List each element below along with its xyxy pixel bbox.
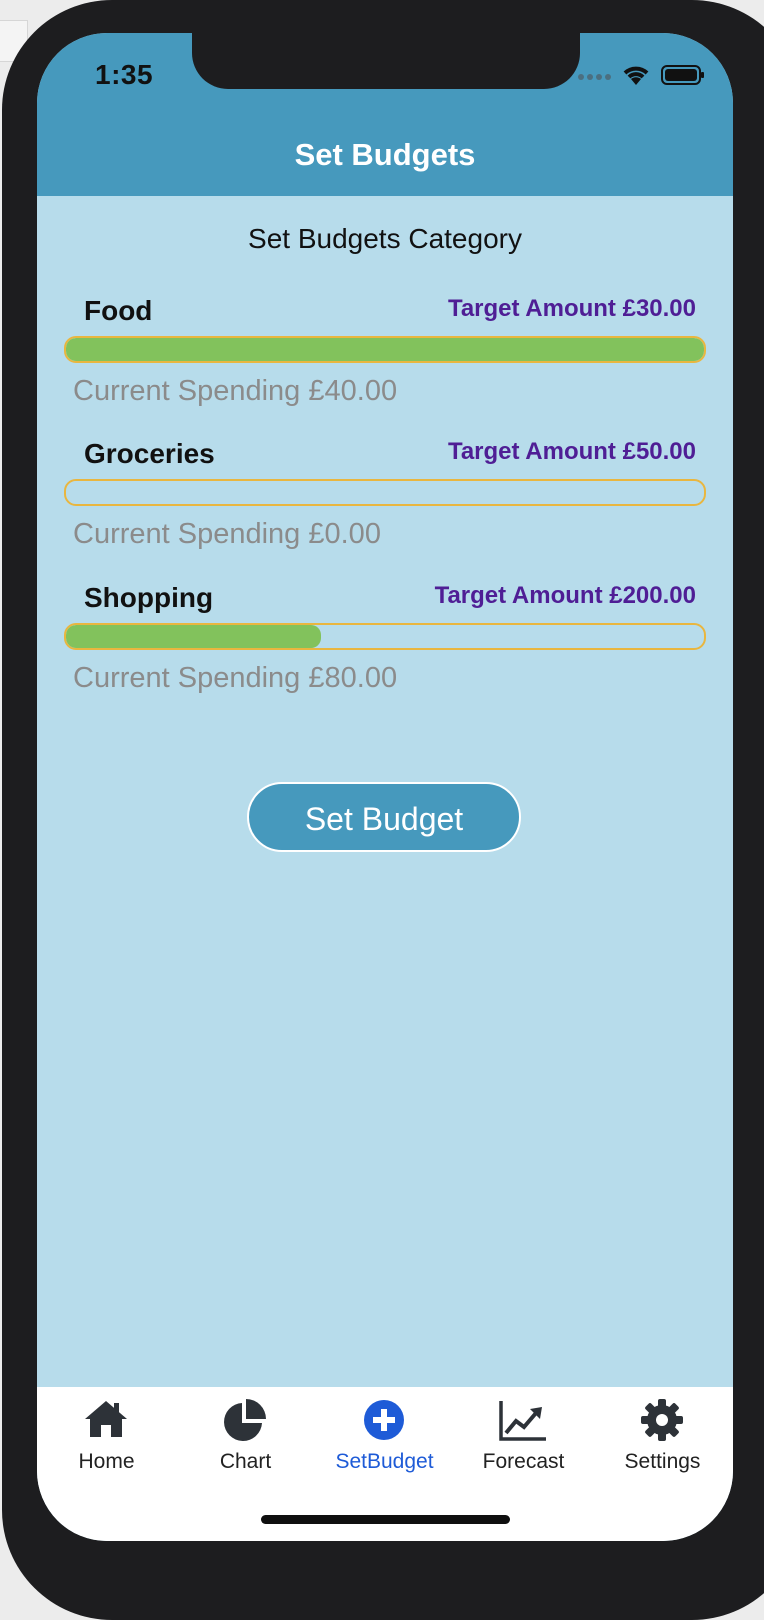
- tab-settings[interactable]: Settings: [593, 1387, 732, 1487]
- current-spending: Current Spending £80.00: [73, 662, 398, 694]
- budget-progress-bar: [64, 623, 706, 650]
- app-screen: 1:35 Set Budgets Set Budgets Category Fo…: [37, 33, 733, 1541]
- category-name: Shopping: [84, 582, 214, 613]
- progress-fill: [66, 338, 704, 361]
- tab-chart[interactable]: Chart: [176, 1387, 315, 1487]
- battery-icon: [661, 65, 704, 85]
- tab-label: Settings: [624, 1450, 701, 1473]
- tab-forecast[interactable]: Forecast: [454, 1387, 593, 1487]
- set-budget-button[interactable]: Set Budget: [247, 782, 521, 852]
- tab-label: Forecast: [482, 1450, 565, 1473]
- device-notch: [192, 33, 580, 89]
- tab-setbudget[interactable]: SetBudget: [315, 1387, 454, 1487]
- current-spending: Current Spending £40.00: [73, 375, 398, 407]
- gear-icon: [641, 1399, 683, 1441]
- tab-home[interactable]: Home: [37, 1387, 176, 1487]
- current-spending: Current Spending £0.00: [73, 518, 381, 550]
- budget-item-shopping: Shopping Target Amount £200.00 Current S…: [64, 582, 706, 694]
- tab-label: Chart: [219, 1450, 272, 1473]
- category-name: Food: [84, 295, 153, 326]
- pie-chart-icon: [224, 1399, 266, 1441]
- page-title: Set Budgets: [294, 137, 476, 172]
- cellular-signal-icon: [578, 74, 611, 80]
- line-chart-icon: [499, 1401, 546, 1441]
- section-subtitle: Set Budgets Category: [248, 223, 522, 254]
- budget-item-food: Food Target Amount £30.00 Current Spendi…: [64, 295, 706, 407]
- plus-circle-icon: [364, 1400, 404, 1440]
- target-amount: Target Amount £30.00: [447, 295, 696, 322]
- home-icon: [85, 1401, 127, 1437]
- nav-header: 1:35 Set Budgets: [37, 33, 733, 196]
- target-amount: Target Amount £200.00: [434, 582, 696, 609]
- budget-progress-bar: [64, 479, 706, 506]
- budget-progress-bar: [64, 336, 706, 363]
- category-name: Groceries: [84, 438, 215, 469]
- budget-item-groceries: Groceries Target Amount £50.00 Current S…: [64, 438, 706, 550]
- tab-label: SetBudget: [335, 1450, 434, 1473]
- progress-fill: [66, 625, 322, 648]
- target-amount: Target Amount £50.00: [447, 438, 696, 465]
- status-icons: [577, 63, 705, 87]
- home-indicator: [261, 1515, 510, 1524]
- tab-label: Home: [78, 1450, 135, 1473]
- status-time: 1:35: [95, 59, 154, 90]
- wifi-icon: [623, 66, 649, 85]
